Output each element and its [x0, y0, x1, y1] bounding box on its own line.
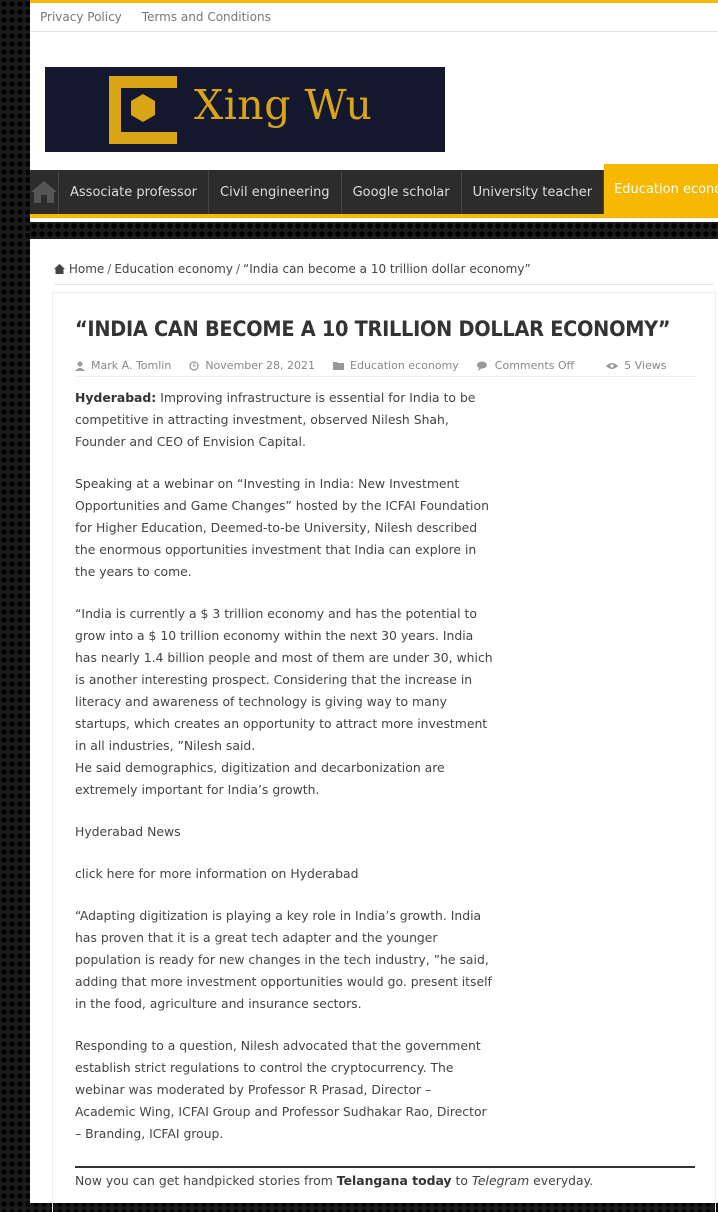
meta-date: November 28, 2021: [189, 359, 315, 372]
paragraph: “India is currently a $ 3 trillion econo…: [75, 606, 493, 753]
breadcrumb-current: “India can become a 10 trillion dollar e…: [242, 262, 531, 276]
nav-item-civil-engineering[interactable]: Civil engineering: [209, 170, 342, 214]
article: “INDIA CAN BECOME A 10 TRILLION DOLLAR E…: [52, 292, 716, 1212]
breadcrumb-category-link[interactable]: Education economy: [114, 262, 233, 276]
views-count: 5 Views: [624, 359, 667, 372]
article-body: Hyderabad: Improving infrastructure is e…: [75, 387, 495, 1165]
hyderabad-news-link[interactable]: Hyderabad News: [75, 821, 495, 843]
article-title: “INDIA CAN BECOME A 10 TRILLION DOLLAR E…: [75, 317, 671, 341]
paragraph: He said demographics, digitization and d…: [75, 760, 445, 797]
breadcrumb-separator: /: [235, 262, 240, 276]
terms-and-conditions-link[interactable]: Terms and Conditions: [142, 10, 271, 24]
telegram-link[interactable]: Telegram: [472, 1173, 529, 1188]
breadcrumb-home-link[interactable]: Home: [69, 262, 104, 276]
author-name: Mark A. Tomlin: [91, 359, 172, 372]
post-meta: Mark A. Tomlin November 28, 2021 Educati…: [75, 355, 695, 377]
nav-home-button[interactable]: [30, 170, 59, 214]
promo-text: to: [451, 1173, 472, 1188]
nav-item-education-economy[interactable]: Education economy: [604, 164, 718, 214]
meta-comments: Comments Off: [476, 359, 575, 372]
more-info-link[interactable]: click here for more information on Hyder…: [75, 863, 495, 885]
telegram-promo: Now you can get handpicked stories from …: [75, 1166, 695, 1188]
nav-item-associate-professor[interactable]: Associate professor: [59, 170, 210, 214]
breadcrumb: Home / Education economy / “India can become…: [54, 262, 714, 285]
post-date: November 28, 2021: [205, 359, 316, 372]
main-navigation: Associate professor Civil engineering Go…: [30, 164, 718, 218]
meta-views: 5 Views: [606, 359, 666, 372]
comments-icon: [476, 361, 487, 371]
meta-category[interactable]: Education economy: [333, 359, 459, 372]
breadcrumb-separator: /: [107, 262, 112, 276]
clock-icon: [189, 360, 199, 371]
promo-text: Now you can get handpicked stories from: [75, 1173, 337, 1188]
dateline: Hyderabad:: [75, 390, 157, 405]
meta-author[interactable]: Mark A. Tomlin: [75, 359, 171, 372]
top-links-bar: Privacy Policy Terms and Conditions: [30, 0, 718, 32]
promo-text: everyday.: [529, 1173, 594, 1188]
site-logo[interactable]: Xing Wu: [45, 67, 445, 152]
paragraph: “Adapting digitization is playing a key …: [75, 908, 492, 1011]
privacy-policy-link[interactable]: Privacy Policy: [40, 10, 122, 24]
paragraph: Hyderabad: Improving infrastructure is e…: [75, 387, 495, 453]
nav-item-google-scholar[interactable]: Google scholar: [342, 170, 462, 214]
nav-item-university-teacher[interactable]: University teacher: [462, 170, 605, 214]
comments-status: Comments Off: [494, 359, 575, 372]
paragraph: Responding to a question, Nilesh advocat…: [75, 1038, 487, 1141]
eye-icon: [606, 362, 619, 369]
logo-mark-icon: [109, 76, 177, 144]
logo-text: Xing Wu: [194, 81, 373, 129]
user-icon: [75, 361, 85, 371]
page: Privacy Policy Terms and Conditions Xing…: [30, 0, 718, 1212]
home-icon: [31, 181, 57, 203]
telangana-today-link[interactable]: Telangana today: [337, 1173, 452, 1188]
paragraph: Speaking at a webinar on “Investing in I…: [75, 476, 489, 579]
home-icon: [54, 264, 65, 274]
decorative-divider: [30, 222, 718, 239]
folder-icon: [333, 362, 345, 370]
post-category: Education economy: [350, 359, 459, 372]
